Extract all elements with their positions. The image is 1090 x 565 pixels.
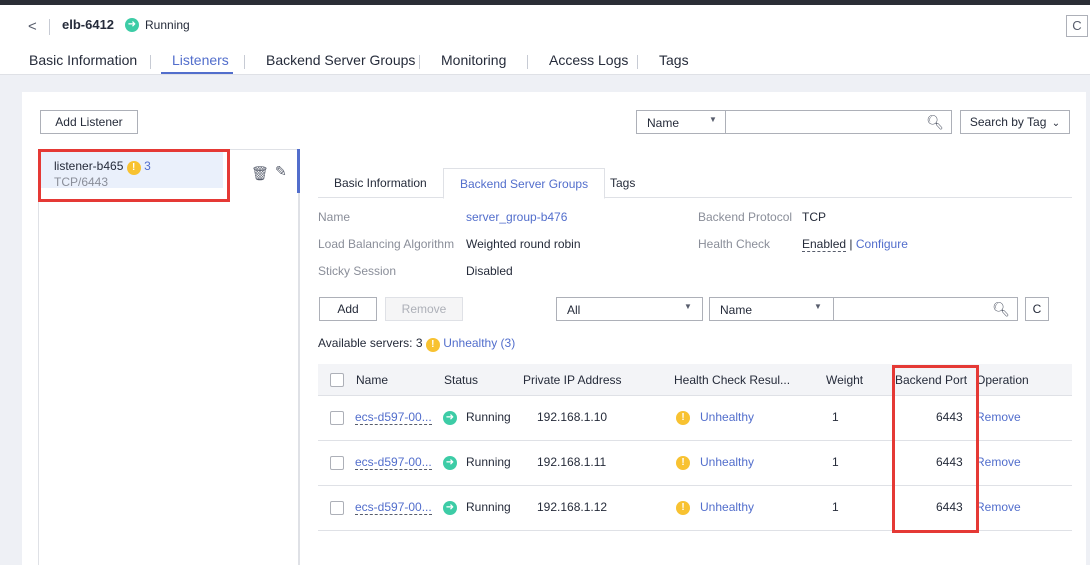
warning-icon: !: [676, 411, 690, 425]
search-by-tag-button[interactable]: Search by Tag ⌄: [960, 110, 1070, 134]
health-status: Unhealthy: [700, 500, 755, 514]
available-servers: Available servers: 3 ! Unhealthy (3): [318, 336, 516, 352]
status-filter-select[interactable]: All ▼: [556, 297, 703, 321]
tab-access-logs[interactable]: Access Logs: [549, 52, 628, 68]
running-arrow-icon: ➜: [125, 18, 139, 32]
double-chevron-down-icon: ⌄: [1051, 118, 1061, 129]
server-weight: 1: [832, 410, 839, 424]
header-name[interactable]: Name: [356, 373, 388, 387]
server-status: Running: [466, 410, 511, 424]
algorithm-label: Load Balancing Algorithm: [318, 237, 455, 251]
tab-divider: [419, 55, 420, 69]
group-name-label: Name: [318, 210, 351, 224]
listener-list: listener-b465 ! 3 TCP/6443 🗑︎ ✎: [38, 149, 300, 565]
health-enabled: Enabled: [802, 237, 847, 252]
configure-link[interactable]: Configure: [856, 237, 908, 251]
running-arrow-icon: ➜: [443, 501, 457, 515]
server-weight: 1: [832, 455, 839, 469]
sticky-label: Sticky Session: [318, 264, 397, 278]
server-name-link[interactable]: ecs-d597-00...: [355, 455, 432, 470]
highlight-box-listener: [38, 149, 230, 202]
tab-basic-information[interactable]: Basic Information: [29, 52, 137, 68]
backend-protocol-value: TCP: [802, 210, 826, 224]
header-divider: [49, 19, 50, 35]
server-status: Running: [466, 455, 511, 469]
listeners-card: Add Listener Name ▼ 🔍︎ Search by Tag ⌄ l…: [22, 92, 1086, 565]
sticky-value: Disabled: [466, 264, 513, 278]
filter-select[interactable]: Name ▼: [636, 110, 726, 134]
tab-listeners[interactable]: Listeners: [172, 52, 229, 68]
tab-divider: [150, 55, 151, 69]
running-arrow-icon: ➜: [443, 411, 457, 425]
refresh-servers-button[interactable]: C: [1025, 297, 1049, 321]
remove-server-link[interactable]: Remove: [976, 500, 1021, 514]
back-icon[interactable]: <: [28, 18, 37, 35]
edit-icon[interactable]: ✎: [275, 163, 287, 180]
trash-icon[interactable]: 🗑︎: [251, 165, 269, 182]
remove-server-link[interactable]: Remove: [976, 455, 1021, 469]
running-arrow-icon: ➜: [443, 456, 457, 470]
tab-divider: [244, 55, 245, 69]
row-checkbox[interactable]: [330, 411, 344, 425]
search-icon[interactable]: 🔍︎: [926, 114, 944, 131]
backend-protocol-label: Backend Protocol: [698, 210, 793, 224]
health-check-label: Health Check: [698, 237, 771, 251]
tab-monitoring[interactable]: Monitoring: [441, 52, 506, 68]
page-header: < elb-6412 ➜ Running C Basic Information…: [0, 5, 1090, 75]
warning-icon: !: [676, 456, 690, 470]
unhealthy-link[interactable]: Unhealthy (3): [443, 336, 515, 350]
tab-backend-server-groups[interactable]: Backend Server Groups: [266, 52, 415, 68]
row-checkbox[interactable]: [330, 456, 344, 470]
search-input[interactable]: 🔍︎: [725, 110, 952, 134]
tab-divider: [637, 55, 638, 69]
select-all-checkbox[interactable]: [330, 373, 344, 387]
refresh-button[interactable]: C: [1066, 15, 1088, 37]
elb-status: Running: [145, 18, 190, 32]
row-checkbox[interactable]: [330, 501, 344, 515]
tab-tags[interactable]: Tags: [659, 52, 689, 68]
server-ip: 192.168.1.12: [537, 500, 608, 514]
health-check-value: Enabled | Configure: [802, 237, 908, 252]
remove-server-button[interactable]: Remove: [385, 297, 463, 321]
search-icon[interactable]: 🔍︎: [992, 301, 1010, 318]
header-operation: Operation: [976, 373, 1029, 387]
listener-active-indicator: [297, 149, 300, 193]
elb-name: elb-6412: [62, 17, 115, 32]
health-status: Unhealthy: [700, 410, 755, 424]
add-listener-button[interactable]: Add Listener: [40, 110, 138, 134]
header-ip[interactable]: Private IP Address: [523, 373, 622, 387]
tab-divider: [527, 55, 528, 69]
warning-icon: !: [425, 338, 440, 352]
listener-detail-tabs: Basic Information Backend Server Groups …: [318, 168, 1072, 199]
server-weight: 1: [832, 500, 839, 514]
header-weight[interactable]: Weight: [826, 373, 863, 387]
server-ip: 192.168.1.10: [537, 410, 608, 424]
health-status: Unhealthy: [700, 455, 755, 469]
caret-down-icon: ▼: [814, 302, 822, 311]
caret-down-icon: ▼: [684, 302, 692, 311]
server-name-link[interactable]: ecs-d597-00...: [355, 500, 432, 515]
group-name-link[interactable]: server_group-b476: [466, 210, 567, 224]
algorithm-value: Weighted round robin: [466, 237, 581, 251]
remove-server-link[interactable]: Remove: [976, 410, 1021, 424]
caret-down-icon: ▼: [709, 115, 717, 124]
inner-tab-tags[interactable]: Tags: [594, 168, 651, 198]
field-filter-select[interactable]: Name ▼: [709, 297, 834, 321]
active-tab-indicator: [161, 72, 233, 74]
health-separator: |: [849, 237, 853, 251]
server-status: Running: [466, 500, 511, 514]
server-search-input[interactable]: 🔍︎: [833, 297, 1018, 321]
inner-tab-backend-server-groups[interactable]: Backend Server Groups: [443, 168, 606, 199]
add-server-button[interactable]: Add: [319, 297, 377, 321]
warning-icon: !: [676, 501, 690, 515]
server-name-link[interactable]: ecs-d597-00...: [355, 410, 432, 425]
server-ip: 192.168.1.11: [537, 455, 607, 469]
header-health[interactable]: Health Check Resul...: [674, 373, 790, 387]
header-status[interactable]: Status: [444, 373, 478, 387]
highlight-box-backend-port: [892, 365, 979, 533]
inner-tab-basic-information[interactable]: Basic Information: [318, 168, 443, 198]
